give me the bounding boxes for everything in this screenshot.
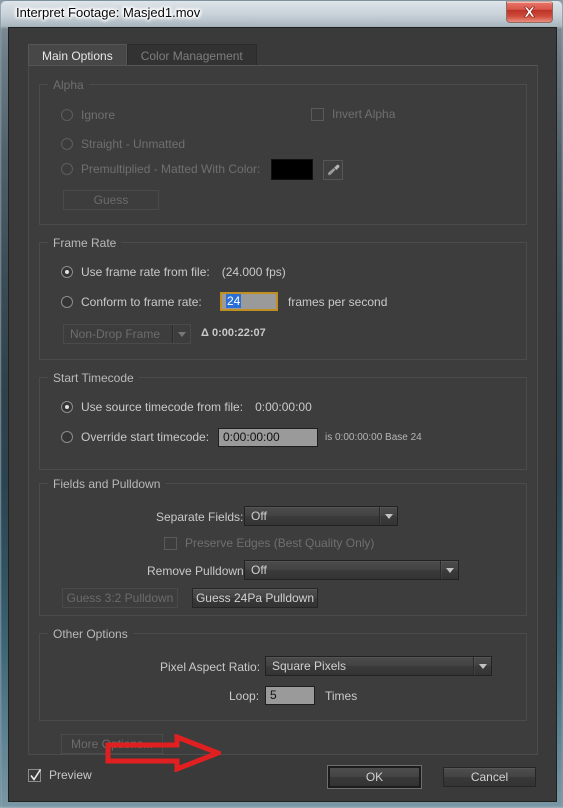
- group-start-timecode-legend: Start Timecode: [48, 371, 139, 385]
- pixel-aspect-ratio-dropdown[interactable]: Square Pixels: [265, 656, 492, 676]
- separate-fields-dropdown[interactable]: Off: [244, 506, 398, 526]
- preview-label: Preview: [49, 768, 92, 782]
- preserve-edges-checkbox[interactable]: [164, 536, 177, 550]
- invert-alpha-checkbox[interactable]: [311, 107, 324, 121]
- group-fields-and-pulldown: Fields and Pulldown Separate Fields: Off…: [39, 477, 527, 616]
- alpha-guess-button[interactable]: Guess: [63, 190, 159, 210]
- override-start-timecode-label: Override start timecode:: [81, 430, 210, 444]
- loop-times-label: Times: [325, 689, 358, 703]
- remove-pulldown-value: Off: [251, 563, 267, 577]
- chevron-down-icon: [379, 507, 397, 525]
- close-icon[interactable]: [506, 1, 553, 23]
- group-frame-rate: Frame Rate Use frame rate from file: (24…: [39, 236, 527, 360]
- group-start-timecode: Start Timecode Use source timecode from …: [39, 371, 527, 470]
- alpha-ignore-radio[interactable]: [61, 109, 73, 121]
- pixel-aspect-ratio-label: Pixel Aspect Ratio:: [160, 660, 261, 674]
- override-start-timecode-value: 0:00:00:00: [223, 430, 280, 444]
- chevron-down-icon: [440, 561, 458, 579]
- tab-bar: Main Options Color Management: [28, 43, 257, 67]
- preview-checkbox[interactable]: [28, 768, 42, 782]
- chevron-down-icon: [172, 325, 190, 343]
- preserve-edges-row[interactable]: Preserve Edges (Best Quality Only): [164, 536, 374, 550]
- alpha-ignore-label: Ignore: [81, 108, 116, 122]
- loop-label: Loop:: [229, 689, 260, 703]
- group-alpha: Alpha Ignore Invert Alpha Straight - Unm…: [39, 78, 527, 225]
- window-titlebar: Interpret Footage: Masjed1.mov: [8, 1, 555, 27]
- chevron-down-icon: [473, 657, 491, 675]
- invert-alpha-row[interactable]: Invert Alpha: [311, 107, 395, 121]
- tab-main-options[interactable]: Main Options: [28, 44, 127, 67]
- more-options-button[interactable]: More Options...: [61, 734, 163, 754]
- use-source-timecode-radio[interactable]: [61, 401, 73, 413]
- drop-frame-value: Non-Drop Frame: [70, 327, 161, 341]
- frames-per-second-label: frames per second: [288, 295, 388, 309]
- invert-alpha-label: Invert Alpha: [332, 107, 396, 121]
- interpret-footage-window: Interpret Footage: Masjed1.mov Main Opti…: [0, 0, 563, 808]
- conform-frame-rate-label: Conform to frame rate:: [81, 295, 202, 309]
- use-source-timecode-row[interactable]: Use source timecode from file: 0:00:00:0…: [61, 400, 312, 414]
- use-frame-rate-from-file-row[interactable]: Use frame rate from file: (24.000 fps): [61, 265, 286, 279]
- guess-24pa-pulldown-button[interactable]: Guess 24Pa Pulldown: [192, 588, 318, 608]
- preserve-edges-label: Preserve Edges (Best Quality Only): [185, 536, 375, 550]
- drop-frame-dropdown[interactable]: Non-Drop Frame: [63, 324, 191, 344]
- alpha-straight-radio[interactable]: [61, 138, 73, 150]
- matte-color-row: [271, 159, 343, 180]
- use-source-timecode-label: Use source timecode from file:: [81, 400, 244, 414]
- alpha-premultiplied-label: Premultiplied - Matted With Color:: [81, 162, 261, 176]
- alpha-premultiplied-radio[interactable]: [61, 163, 73, 175]
- use-frame-rate-from-file-radio[interactable]: [61, 266, 73, 278]
- conform-frame-rate-radio[interactable]: [61, 296, 73, 308]
- remove-pulldown-label: Remove Pulldown:: [147, 564, 248, 578]
- pixel-aspect-ratio-value: Square Pixels: [272, 659, 347, 673]
- loop-input[interactable]: 5: [265, 686, 315, 705]
- alpha-straight-row[interactable]: Straight - Unmatted: [61, 137, 185, 151]
- frame-rate-from-file-value: (24.000 fps): [221, 265, 286, 279]
- separate-fields-label: Separate Fields:: [156, 510, 244, 524]
- main-options-panel: Alpha Ignore Invert Alpha Straight - Unm…: [28, 65, 538, 773]
- group-other-options: Other Options Pixel Aspect Ratio: Square…: [39, 627, 527, 721]
- interpret-footage-dialog: Main Options Color Management Alpha Igno…: [8, 27, 557, 802]
- cancel-button[interactable]: Cancel: [443, 767, 536, 787]
- preview-row[interactable]: Preview: [28, 768, 92, 782]
- guess-32-pulldown-button[interactable]: Guess 3:2 Pulldown: [62, 588, 178, 608]
- group-other-options-legend: Other Options: [48, 627, 133, 641]
- conform-frame-rate-input[interactable]: 24: [220, 292, 278, 311]
- loop-value: 5: [270, 688, 277, 702]
- override-start-timecode-radio[interactable]: [61, 431, 73, 443]
- override-timecode-note: is 0:00:00:00 Base 24: [325, 432, 422, 443]
- alpha-straight-label: Straight - Unmatted: [81, 137, 186, 151]
- duration-delta-label: Δ 0:00:22:07: [201, 327, 266, 339]
- alpha-premultiplied-row[interactable]: Premultiplied - Matted With Color:: [61, 162, 260, 176]
- window-title: Interpret Footage: Masjed1.mov: [16, 5, 201, 20]
- source-timecode-value: 0:00:00:00: [255, 400, 312, 414]
- override-start-timecode-input[interactable]: 0:00:00:00: [218, 428, 318, 447]
- conform-frame-rate-row[interactable]: Conform to frame rate:: [61, 295, 202, 309]
- dialog-footer: Preview OK Cancel: [28, 766, 537, 788]
- remove-pulldown-dropdown[interactable]: Off: [244, 560, 459, 580]
- eyedropper-icon[interactable]: [323, 159, 343, 180]
- use-frame-rate-from-file-label: Use frame rate from file:: [81, 265, 210, 279]
- separate-fields-value: Off: [251, 509, 267, 523]
- group-alpha-legend: Alpha: [48, 78, 89, 92]
- ok-button[interactable]: OK: [328, 766, 421, 788]
- group-fields-and-pulldown-legend: Fields and Pulldown: [48, 477, 166, 491]
- alpha-ignore-row[interactable]: Ignore: [61, 108, 115, 122]
- tab-color-management[interactable]: Color Management: [126, 44, 257, 67]
- matte-color-swatch[interactable]: [271, 159, 313, 180]
- conform-frame-rate-value: 24: [226, 294, 242, 308]
- group-frame-rate-legend: Frame Rate: [48, 236, 122, 250]
- override-start-timecode-row[interactable]: Override start timecode:: [61, 430, 209, 444]
